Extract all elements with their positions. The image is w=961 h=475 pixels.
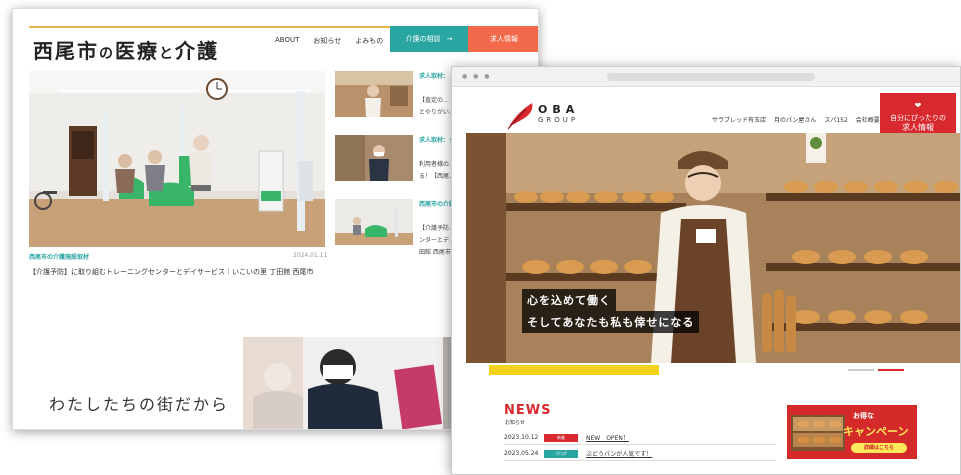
side-article-1-tag: 求人取材： bbox=[419, 73, 450, 80]
nav-company[interactable]: 会社概要 bbox=[856, 115, 880, 124]
hero-date: 2024.01.11 bbox=[293, 252, 328, 259]
nav-about[interactable]: ABOUT bbox=[275, 36, 299, 46]
address-bar[interactable] bbox=[607, 73, 815, 81]
oba-main-nav: サラブレッド有玉店 月のパン屋さん スパ152 会社概要 bbox=[712, 115, 880, 124]
news-subheading: お知らせ bbox=[505, 420, 525, 426]
side-article-2-line2: る！【西尾… bbox=[419, 173, 456, 180]
nav-thoroughbred[interactable]: サラブレッド有玉店 bbox=[712, 115, 766, 124]
feather-logo-icon bbox=[507, 103, 533, 130]
recruit-line1: 自分にぴったりの bbox=[890, 114, 946, 122]
logo-part-nishio: 西尾市 bbox=[33, 39, 99, 63]
consult-button-label: 介護の相談 bbox=[405, 35, 441, 43]
catchcopy-line2: そしてあなたも私も倖せになる bbox=[522, 311, 700, 333]
browser-toolbar: ● ● ● bbox=[452, 67, 960, 87]
news-tag: 新着 bbox=[544, 433, 578, 442]
hero-category[interactable]: 西尾市の介護施設取材 bbox=[29, 252, 89, 261]
side-article-3-line3: 田館 西尾市 bbox=[419, 249, 451, 256]
hero-article-title[interactable]: 【介護予防】に取り組むトレーニングセンターとデイサービス｜いこいの里 丁田館 西… bbox=[29, 267, 313, 277]
side-article-2-tag: 求人取材：ク bbox=[419, 137, 456, 144]
side-article-2-thumbnail bbox=[335, 135, 413, 181]
recruit-button-label: 求人情報 bbox=[490, 35, 518, 43]
side-article-3-text: 【介護予防… ンターとデ… 田館 西尾市 bbox=[419, 223, 455, 259]
campaign-banner[interactable]: お得な キャンペーン 詳細はこちら bbox=[787, 405, 917, 459]
recruit-line2: 求人情報 bbox=[902, 123, 934, 132]
side-article-1-thumbnail bbox=[335, 71, 413, 117]
main-nav: ABOUT お知らせ よみもの bbox=[275, 36, 383, 46]
side-article-3-tag: 西尾市の介護 bbox=[419, 201, 456, 208]
bread-tray-icon bbox=[791, 415, 845, 451]
logo-part-no: の bbox=[99, 46, 115, 62]
heart-icon: ❤ bbox=[914, 101, 922, 110]
news-row[interactable]: 2023.05.24 ブログ ぶどうパンが人気です！ bbox=[504, 447, 776, 461]
training-room-illustration bbox=[29, 71, 325, 247]
news-heading: NEWS bbox=[504, 403, 552, 418]
news-row[interactable]: 2023.10.12 新着 NEW OPEN！ bbox=[504, 431, 776, 445]
slider-pagination[interactable] bbox=[848, 369, 906, 371]
news-link[interactable]: ぶどうパンが人気です！ bbox=[586, 449, 652, 458]
side-article-3-thumbnail bbox=[335, 199, 413, 245]
nav-spa152[interactable]: スパ152 bbox=[824, 115, 847, 124]
yellow-accent-bar bbox=[489, 365, 659, 375]
campaign-detail-button[interactable]: 詳細はこちら bbox=[851, 443, 907, 453]
tagline-text: わたしたちの街だから bbox=[49, 395, 230, 414]
logo-group-text: GROUP bbox=[538, 116, 579, 124]
site-logo[interactable]: 西尾市の医療と介護 bbox=[33, 35, 219, 64]
nav-news[interactable]: お知らせ bbox=[313, 36, 341, 46]
news-date: 2023.05.24 bbox=[504, 450, 539, 457]
recruit-button[interactable]: 求人情報 bbox=[468, 26, 538, 52]
side-article-2-line1: 利用者様の… bbox=[419, 161, 456, 168]
side-article-1-line2: とやりがい… bbox=[419, 109, 456, 116]
consult-button[interactable]: 介護の相談 → bbox=[390, 26, 468, 52]
nav-moon-bakery[interactable]: 月のパン屋さん bbox=[774, 115, 816, 124]
logo-part-to: と bbox=[159, 46, 175, 62]
news-link[interactable]: NEW OPEN！ bbox=[586, 433, 629, 442]
news-date: 2023.10.12 bbox=[504, 434, 539, 441]
side-article-3-line1: 【介護予防… bbox=[419, 225, 456, 232]
oba-group-window: ● ● ● OBA GROUP サラブレッド有玉店 月のパン屋さん スパ152 … bbox=[451, 66, 961, 475]
logo-oba-text: OBA bbox=[538, 103, 580, 116]
side-article-1-text: 【査定の… とやりがい… bbox=[419, 95, 455, 119]
oba-group-logo[interactable]: OBA GROUP bbox=[504, 101, 634, 131]
arrow-right-icon: → bbox=[446, 35, 453, 43]
side-article-3-line2: ンターとデ… bbox=[419, 237, 456, 244]
side-article-2-text: 利用者様の… る！【西尾… bbox=[419, 159, 455, 183]
pager-dot-2[interactable] bbox=[878, 369, 904, 371]
pager-dot-1[interactable] bbox=[848, 369, 874, 371]
side-article-1-line1: 【査定の… bbox=[419, 97, 450, 104]
campaign-title: キャンペーン bbox=[843, 425, 909, 438]
catchcopy-line1: 心を込めて働く bbox=[522, 289, 616, 311]
logo-part-kaigo: 介護 bbox=[175, 39, 219, 63]
nav-readings[interactable]: よみもの bbox=[355, 36, 383, 46]
hero-photo-training-center[interactable] bbox=[29, 71, 325, 247]
campaign-small-text: お得な bbox=[853, 412, 874, 420]
window-controls-icon[interactable]: ● ● ● bbox=[462, 73, 492, 80]
logo-part-iryo: 医療 bbox=[115, 39, 159, 63]
news-tag: ブログ bbox=[544, 449, 578, 458]
